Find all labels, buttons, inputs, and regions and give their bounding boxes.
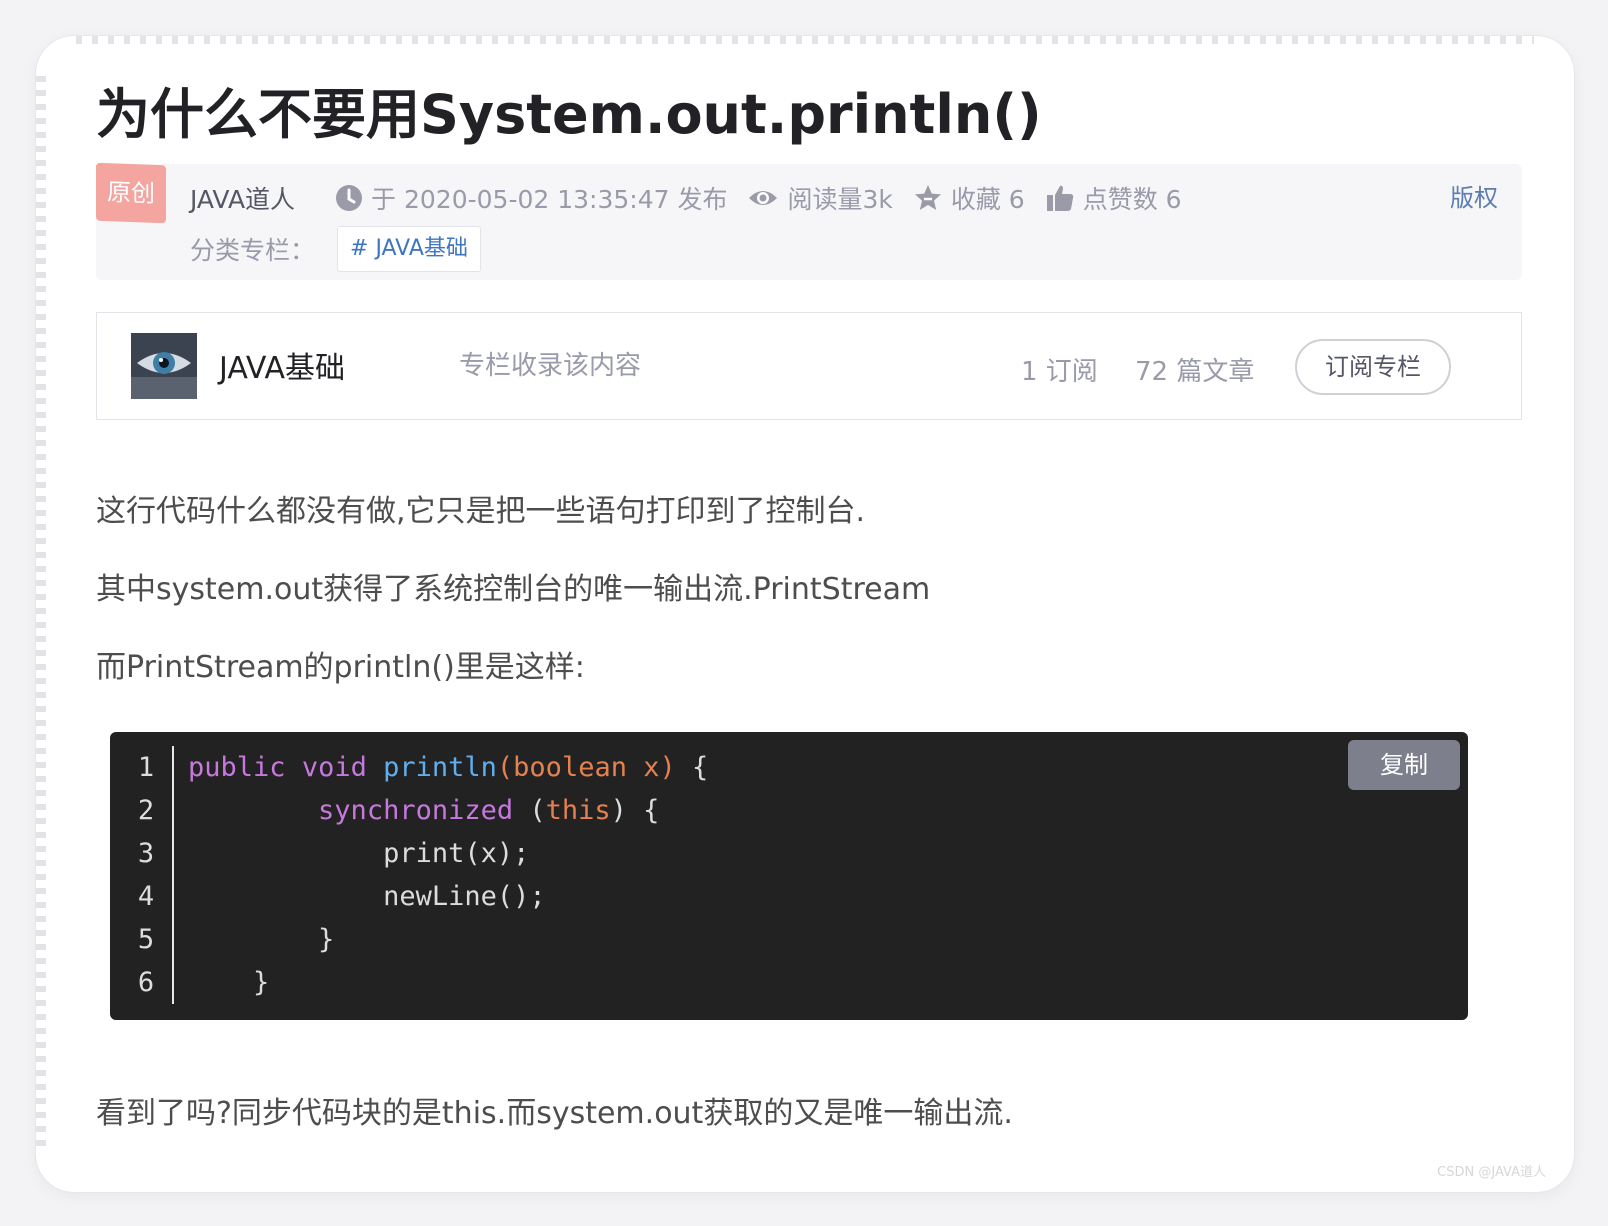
paragraph-3: 而PrintStream的println()里是这样: xyxy=(96,650,585,685)
line-number: 4 xyxy=(137,881,155,912)
code-text: synchronized (this) { xyxy=(188,789,659,832)
code-text: public void println(boolean x) { xyxy=(188,746,708,789)
category-label: 分类专栏： xyxy=(190,236,316,265)
view-count: 阅读量3k xyxy=(747,180,893,216)
like-count-text: 点赞数 6 xyxy=(1082,185,1182,214)
code-token: ( xyxy=(513,795,546,826)
original-badge: 原创 xyxy=(96,162,166,224)
column-thumbnail[interactable] xyxy=(131,333,197,399)
author-link[interactable]: JAVA道人 xyxy=(190,180,295,216)
thumbs-up-icon xyxy=(1045,183,1075,213)
decorative-edge-top xyxy=(76,36,1534,44)
column-card: JAVA基础 专栏收录该内容 1 订阅 72 篇文章 订阅专栏 xyxy=(96,312,1522,420)
code-token: this xyxy=(545,795,611,826)
line-number: 1 xyxy=(137,752,155,783)
code-text: } xyxy=(188,918,334,961)
favorite-count[interactable]: 收藏 6 xyxy=(913,180,1025,216)
like-count[interactable]: 点赞数 6 xyxy=(1045,180,1182,216)
watermark: CSDN @JAVA道人 xyxy=(1437,1165,1546,1180)
code-token: ( xyxy=(496,752,514,783)
code-token: { xyxy=(675,752,709,783)
eye-icon xyxy=(747,186,779,210)
line-number: 3 xyxy=(137,838,155,869)
copy-code-button[interactable]: 复制 xyxy=(1348,740,1460,790)
code-block: 1 public void println(boolean x) {2 synch… xyxy=(110,732,1468,1020)
column-name[interactable]: JAVA基础 xyxy=(219,343,345,387)
subscribe-column-button[interactable]: 订阅专栏 xyxy=(1295,339,1451,395)
article-meta-bar: 原创 JAVA道人 于 2020-05-02 13:35:47 发布 阅读量3k xyxy=(96,162,1522,280)
code-token: } xyxy=(188,967,270,998)
meta-row: JAVA道人 于 2020-05-02 13:35:47 发布 阅读量3k 收藏… xyxy=(190,178,1202,218)
line-number: 2 xyxy=(137,795,155,826)
article-card: 为什么不要用System.out.println() 原创 JAVA道人 于 2… xyxy=(36,36,1574,1192)
code-line: 2 synchronized (this) { xyxy=(110,789,1468,832)
paragraph-4: 看到了吗?同步代码块的是this.而system.out获取的又是唯一输出流. xyxy=(96,1096,1013,1131)
view-count-text: 阅读量3k xyxy=(787,185,893,214)
line-number: 6 xyxy=(137,967,155,998)
code-token: void xyxy=(301,752,367,783)
code-token: newLine(); xyxy=(188,881,546,912)
code-text: } xyxy=(188,961,269,1004)
code-token: synchronized xyxy=(318,795,514,826)
code-token: } xyxy=(188,924,335,955)
code-line: 1 public void println(boolean x) { xyxy=(110,746,1468,789)
code-token: print(x); xyxy=(188,838,530,869)
star-icon xyxy=(913,183,943,213)
column-description: 专栏收录该内容 xyxy=(459,351,642,381)
code-token: println xyxy=(383,752,497,783)
code-line: 5 } xyxy=(110,918,1468,961)
code-token: public xyxy=(188,752,286,783)
column-subscribers: 1 订阅 xyxy=(1021,357,1098,387)
code-token: ) { xyxy=(610,795,660,826)
publish-time: 于 2020-05-02 13:35:47 发布 xyxy=(335,180,727,216)
category-row: 分类专栏： # JAVA基础 xyxy=(190,226,481,272)
column-article-count: 72 篇文章 xyxy=(1135,357,1255,387)
code-line: 3 print(x); xyxy=(110,832,1468,875)
category-tag[interactable]: # JAVA基础 xyxy=(337,226,481,272)
clock-icon xyxy=(335,184,363,212)
publish-time-text: 于 2020-05-02 13:35:47 发布 xyxy=(371,185,728,214)
eye-image-icon xyxy=(131,333,197,399)
decorative-edge xyxy=(36,76,46,1152)
copyright-link[interactable]: 版权 xyxy=(1450,178,1498,218)
article-title: 为什么不要用System.out.println() xyxy=(96,83,1042,146)
code-token: x) xyxy=(626,752,676,783)
paragraph-2: 其中system.out获得了系统控制台的唯一输出流.PrintStream xyxy=(96,572,931,607)
code-line: 4 newLine(); xyxy=(110,875,1468,918)
code-text: newLine(); xyxy=(188,875,546,918)
favorite-count-text: 收藏 6 xyxy=(950,185,1025,214)
code-token: boolean xyxy=(513,752,627,783)
code-text: print(x); xyxy=(188,832,529,875)
line-number: 5 xyxy=(137,924,155,955)
paragraph-1: 这行代码什么都没有做,它只是把一些语句打印到了控制台. xyxy=(96,494,866,529)
code-line: 6 } xyxy=(110,961,1468,1004)
